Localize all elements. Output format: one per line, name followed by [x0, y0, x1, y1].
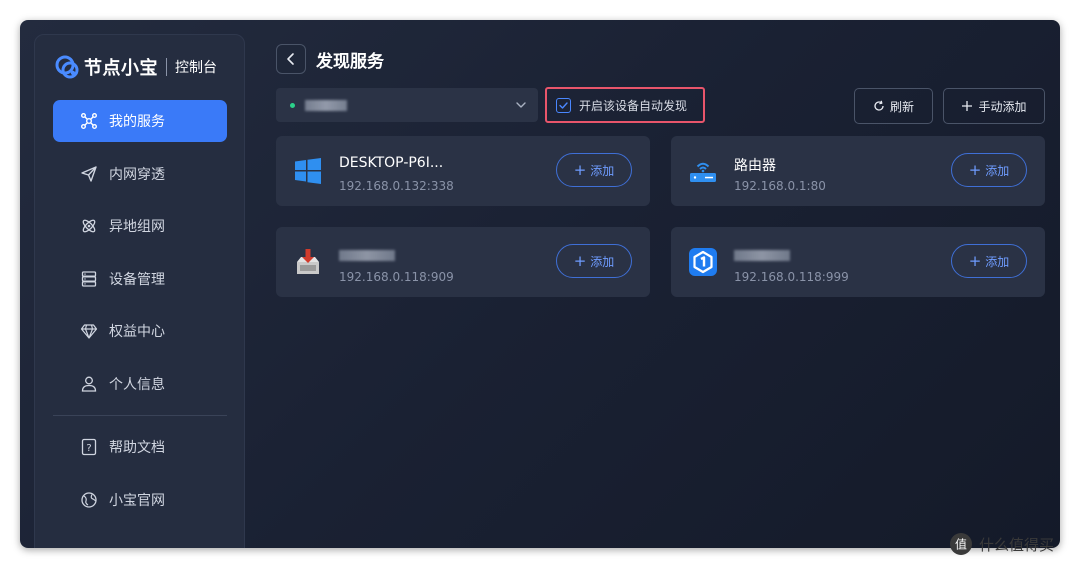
- service-card-router: 路由器 192.168.0.1:80 + 添加: [671, 136, 1045, 206]
- sidebar-item-label: 异地组网: [109, 219, 165, 235]
- refresh-button[interactable]: 刷新: [854, 88, 933, 124]
- sidebar-item-remote-network[interactable]: 异地组网: [53, 205, 227, 247]
- app-window: 节点小宝 控制台 我的服务 内网穿透 异地组网 设备管理 权益中心 个人信息 ?…: [20, 20, 1060, 548]
- brand-name: 节点小宝: [84, 58, 158, 79]
- plus-icon: +: [968, 251, 982, 270]
- service-address: 192.168.0.132:338: [339, 179, 454, 193]
- add-service-button[interactable]: + 添加: [556, 244, 632, 278]
- sidebar-item-label: 小宝官网: [109, 492, 165, 509]
- watermark: 值 什么值得买: [949, 532, 1054, 556]
- watermark-text: 什么值得买: [979, 535, 1055, 554]
- page-title: 发现服务: [316, 51, 384, 72]
- service-card-desktop: DESKTOP-P6I... 192.168.0.132:338 + 添加: [276, 136, 650, 206]
- plus-icon: +: [573, 160, 587, 179]
- brand-logo-icon: [55, 55, 79, 79]
- plus-icon: +: [968, 160, 982, 179]
- sidebar-item-official-site[interactable]: 小宝官网: [53, 479, 227, 521]
- brand-subtitle: 控制台: [175, 60, 217, 76]
- sidebar-divider: [53, 415, 227, 416]
- refresh-label: 刷新: [889, 99, 914, 114]
- sidebar-item-label: 设备管理: [109, 271, 165, 288]
- service-address: 192.168.0.1:80: [734, 179, 826, 193]
- watermark-logo-icon: 值: [950, 533, 972, 555]
- service-card-909: 192.168.0.118:909 + 添加: [276, 227, 650, 297]
- device-name-redacted: [305, 99, 347, 111]
- service-address: 192.168.0.118:999: [734, 270, 849, 284]
- sidebar-nav: 我的服务 内网穿透 异地组网 设备管理 权益中心 个人信息 ? 帮助文档 小宝官…: [53, 100, 227, 531]
- network-nodes-icon: [79, 111, 99, 131]
- sidebar-item-my-services[interactable]: 我的服务: [53, 100, 227, 142]
- add-service-button[interactable]: + 添加: [556, 153, 632, 187]
- sidebar-item-device-management[interactable]: 设备管理: [53, 258, 227, 300]
- add-label: 添加: [590, 163, 615, 178]
- auto-discover-label: 开启该设备自动发现: [579, 98, 688, 113]
- sidebar-item-benefits[interactable]: 权益中心: [53, 310, 227, 352]
- plus-icon: +: [573, 251, 587, 270]
- windows-icon: [292, 155, 324, 187]
- add-label: 添加: [590, 254, 615, 269]
- help-doc-icon: ?: [79, 437, 99, 457]
- website-icon: [79, 490, 99, 510]
- service-name: 路由器: [734, 158, 776, 174]
- sidebar-item-label: 个人信息: [109, 376, 165, 393]
- sidebar-item-label: 权益中心: [109, 324, 165, 340]
- svg-text:?: ?: [86, 443, 91, 454]
- svg-text:值: 值: [955, 537, 967, 552]
- back-button[interactable]: [276, 44, 306, 74]
- add-service-button[interactable]: + 添加: [951, 244, 1027, 278]
- service-card-999: 192.168.0.118:999 + 添加: [671, 227, 1045, 297]
- sidebar-item-label: 帮助文档: [109, 440, 165, 456]
- sidebar-item-label: 内网穿透: [109, 166, 165, 183]
- manual-add-label: 手动添加: [978, 99, 1027, 114]
- sidebar-item-profile[interactable]: 个人信息: [53, 363, 227, 405]
- sidebar-item-help-docs[interactable]: ? 帮助文档: [53, 426, 227, 468]
- service-name: DESKTOP-P6I...: [339, 155, 444, 171]
- download-app-icon: [292, 246, 324, 278]
- router-icon: [687, 155, 719, 187]
- check-icon: [559, 101, 568, 109]
- add-label: 添加: [985, 254, 1010, 269]
- auto-discover-toggle[interactable]: 开启该设备自动发现: [545, 87, 705, 123]
- send-icon: [79, 164, 99, 184]
- refresh-icon: [874, 100, 884, 111]
- user-icon: [79, 374, 99, 394]
- app-1-icon: [687, 246, 719, 278]
- diamond-icon: [79, 321, 99, 341]
- add-label: 添加: [985, 163, 1010, 178]
- service-address: 192.168.0.118:909: [339, 270, 454, 284]
- server-icon: [79, 269, 99, 289]
- device-select[interactable]: [276, 88, 538, 122]
- auto-discover-checkbox[interactable]: [556, 97, 571, 113]
- brand-divider: [166, 58, 167, 76]
- online-status-dot: [290, 102, 295, 108]
- atom-icon: [79, 216, 99, 236]
- page-header: 发现服务: [276, 44, 384, 74]
- service-name-redacted: [339, 250, 395, 261]
- sidebar-item-label: 我的服务: [109, 114, 165, 130]
- add-service-button[interactable]: + 添加: [951, 153, 1027, 187]
- service-name-redacted: [734, 250, 790, 261]
- brand: 节点小宝 控制台: [53, 53, 217, 81]
- manual-add-button[interactable]: 手动添加: [943, 88, 1045, 124]
- chevron-left-icon: [287, 53, 294, 65]
- sidebar: 节点小宝 控制台 我的服务 内网穿透 异地组网 设备管理 权益中心 个人信息 ?…: [34, 34, 245, 548]
- sidebar-item-intranet[interactable]: 内网穿透: [53, 153, 227, 195]
- plus-icon: [962, 101, 973, 111]
- chevron-down-icon: [516, 102, 526, 108]
